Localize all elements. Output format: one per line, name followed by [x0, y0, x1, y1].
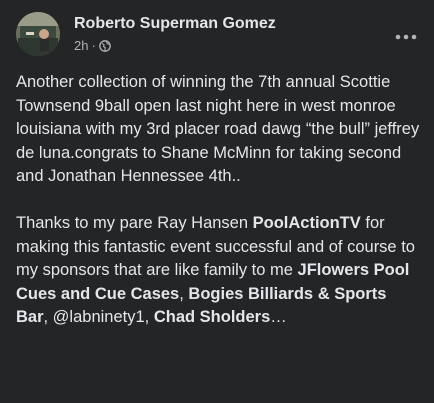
truncation-ellipsis: … — [270, 308, 287, 326]
post-meta: 2h · — [74, 38, 384, 54]
author-avatar[interactable] — [16, 12, 60, 56]
author-name[interactable]: Roberto Superman Gomez — [74, 14, 384, 34]
paragraph-text: , @labninety1, — [43, 308, 154, 326]
mention-chad-sholders[interactable]: Chad Sholders — [154, 308, 270, 326]
mention-poolactiontv[interactable]: PoolActionTV — [253, 214, 361, 232]
post-timestamp[interactable]: 2h — [74, 38, 88, 54]
more-horizontal-icon — [394, 28, 418, 40]
post-paragraph-1: Another collection of winning the 7th an… — [16, 73, 420, 185]
avatar-photo — [16, 12, 60, 56]
paragraph-text: Thanks to my pare Ray Hansen — [16, 214, 253, 232]
globe-icon — [98, 40, 111, 52]
post-header: Roberto Superman Gomez 2h · — [74, 14, 384, 54]
post-paragraph-2: Thanks to my pare Ray Hansen PoolActionT… — [16, 212, 420, 330]
post-body: Another collection of winning the 7th an… — [16, 71, 420, 330]
facebook-post: Roberto Superman Gomez 2h · Another coll… — [0, 0, 434, 403]
meta-separator: · — [91, 38, 96, 53]
post-options-button[interactable] — [392, 22, 420, 42]
